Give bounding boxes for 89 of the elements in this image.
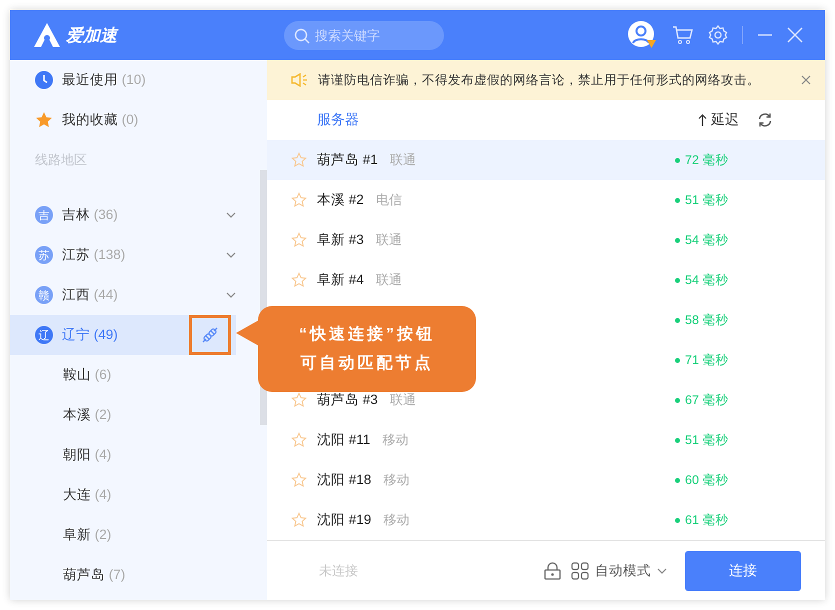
region-item[interactable]: 辽 辽宁 (49) bbox=[10, 315, 236, 355]
carrier-label: 联通 bbox=[390, 391, 416, 409]
sidebar-item[interactable]: 最近使用 (10) bbox=[10, 60, 236, 100]
server-name: 本溪 #2 bbox=[317, 191, 364, 209]
region-item[interactable]: 苏 江苏 (138) bbox=[10, 235, 236, 275]
city-item[interactable]: 葫芦岛 (7) bbox=[10, 555, 236, 595]
server-name: 葫芦岛 #1 bbox=[317, 151, 378, 169]
notice-text: 请谨防电信诈骗，不得发布虚假的网络言论，禁止用于任何形式的网络攻击。 bbox=[318, 72, 760, 88]
server-name: 阜新 #4 bbox=[317, 271, 364, 289]
star-icon[interactable] bbox=[291, 432, 307, 448]
star-icon[interactable] bbox=[291, 392, 307, 408]
search-icon bbox=[294, 28, 310, 44]
close-icon[interactable] bbox=[801, 75, 811, 85]
chevron-down-icon[interactable] bbox=[226, 212, 236, 218]
city-item[interactable]: 朝阳 (4) bbox=[10, 435, 236, 475]
quick-connect-button[interactable] bbox=[189, 315, 231, 355]
carrier-label: 移动 bbox=[383, 471, 410, 489]
callout-text: 可自动匹配节点 bbox=[300, 354, 434, 374]
carrier-label: 联通 bbox=[376, 271, 402, 289]
region-item[interactable]: 吉 吉林 (36) bbox=[10, 195, 236, 235]
cart-icon[interactable] bbox=[672, 25, 694, 45]
server-name: 沈阳 #19 bbox=[317, 511, 372, 529]
latency-text: 51 毫秒 bbox=[685, 432, 728, 448]
mode-dropdown[interactable]: 自动模式 bbox=[571, 562, 667, 580]
carrier-label: 移动 bbox=[382, 431, 408, 449]
chevron-down-icon[interactable] bbox=[226, 252, 236, 258]
logo-icon bbox=[34, 23, 60, 47]
connect-button[interactable]: 连接 bbox=[685, 550, 801, 590]
grid-icon bbox=[571, 562, 589, 580]
latency-text: 71 毫秒 bbox=[685, 352, 728, 368]
carrier-label: 移动 bbox=[383, 511, 410, 529]
server-row[interactable]: 葫芦岛 #1 联通 72 毫秒 bbox=[267, 140, 825, 180]
status-dot bbox=[675, 478, 680, 482]
search-field[interactable]: 搜索关键字 bbox=[284, 20, 444, 50]
carrier-label: 联通 bbox=[390, 151, 416, 169]
city-item[interactable]: 本溪 (2) bbox=[10, 395, 236, 435]
region-badge: 吉 bbox=[35, 206, 53, 224]
status-dot bbox=[675, 358, 680, 362]
latency-text: 61 毫秒 bbox=[685, 512, 728, 528]
arrow-up-icon bbox=[698, 114, 707, 126]
status-dot bbox=[675, 238, 680, 242]
star-icon[interactable] bbox=[291, 472, 307, 488]
speaker-icon bbox=[291, 73, 308, 87]
server-name: 沈阳 #18 bbox=[317, 471, 372, 489]
refresh-icon[interactable] bbox=[757, 112, 773, 128]
status-dot bbox=[675, 438, 680, 442]
column-header: 服务器 bbox=[317, 111, 359, 129]
star-icon[interactable] bbox=[291, 512, 307, 528]
city-item[interactable]: 大连 (4) bbox=[10, 475, 236, 515]
chevron-down-icon bbox=[657, 568, 667, 574]
star-icon bbox=[35, 111, 53, 129]
latency-text: 58 毫秒 bbox=[685, 312, 728, 328]
server-name: 沈阳 #11 bbox=[317, 431, 370, 449]
region-badge: 辽 bbox=[35, 326, 53, 344]
city-item[interactable]: 鞍山 (6) bbox=[10, 355, 236, 395]
link-icon bbox=[200, 325, 220, 345]
latency-text: 54 毫秒 bbox=[685, 272, 728, 288]
status-dot bbox=[675, 398, 680, 402]
app-name: 爱加速 bbox=[66, 24, 120, 46]
latency-text: 72 毫秒 bbox=[685, 152, 728, 168]
lock-icon[interactable] bbox=[544, 562, 561, 580]
status-dot bbox=[675, 158, 680, 162]
clock-icon bbox=[35, 71, 53, 89]
star-icon[interactable] bbox=[291, 192, 307, 208]
server-name: 葫芦岛 #3 bbox=[317, 391, 378, 409]
region-item[interactable]: 赣 江西 (44) bbox=[10, 275, 236, 315]
latency-text: 67 毫秒 bbox=[685, 392, 728, 408]
sidebar-item[interactable]: 我的收藏 (0) bbox=[10, 100, 236, 140]
latency-text: 51 毫秒 bbox=[685, 192, 728, 208]
chevron-down-icon[interactable] bbox=[226, 292, 236, 298]
status-dot bbox=[675, 518, 680, 522]
settings-icon[interactable] bbox=[708, 25, 728, 45]
carrier-label: 联通 bbox=[376, 231, 402, 249]
status-dot bbox=[675, 198, 680, 202]
latency-text: 54 毫秒 bbox=[685, 232, 728, 248]
star-icon[interactable] bbox=[291, 272, 307, 288]
sort-latency-button[interactable]: 延迟 bbox=[698, 111, 739, 129]
star-icon[interactable] bbox=[291, 152, 307, 168]
region-badge: 苏 bbox=[35, 246, 53, 264]
region-badge: 赣 bbox=[35, 286, 53, 304]
status-dot bbox=[675, 278, 680, 282]
latency-text: 60 毫秒 bbox=[685, 472, 728, 488]
status-dot bbox=[675, 318, 680, 322]
callout-text: “快速连接”按钮 bbox=[299, 324, 435, 345]
star-icon[interactable] bbox=[291, 232, 307, 248]
carrier-label: 电信 bbox=[376, 191, 402, 209]
server-name: 阜新 #3 bbox=[317, 231, 364, 249]
city-item[interactable]: 阜新 (2) bbox=[10, 515, 236, 555]
avatar-icon[interactable] bbox=[628, 21, 658, 49]
